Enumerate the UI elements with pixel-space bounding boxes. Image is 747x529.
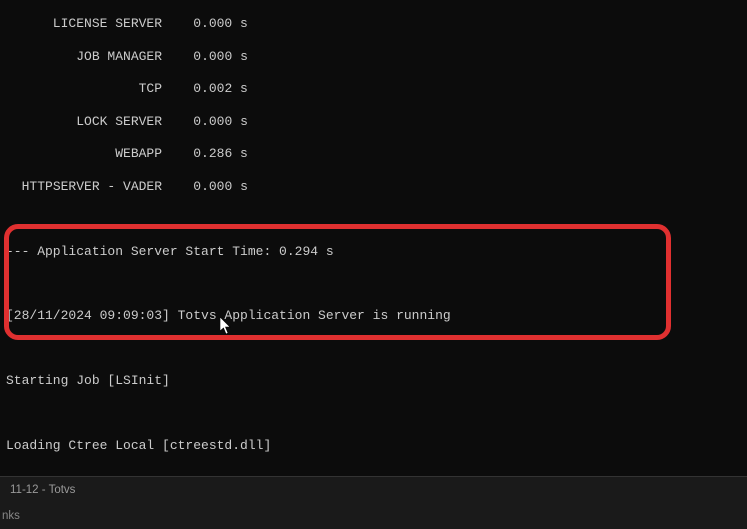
timestamp-running-line: [28/11/2024 09:09:03] Totvs Application …	[6, 308, 741, 324]
loading-ctree-line: Loading Ctree Local [ctreestd.dll]	[6, 438, 741, 454]
timing-job-manager: JOB MANAGER 0.000 s	[6, 49, 741, 65]
timing-tcp: TCP 0.002 s	[6, 81, 741, 97]
starting-job-line: Starting Job [LSInit]	[6, 373, 741, 389]
timing-webapp: WEBAPP 0.286 s	[6, 146, 741, 162]
start-time-line: --- Application Server Start Time: 0.294…	[6, 244, 741, 260]
timing-lock-server: LOCK SERVER 0.000 s	[6, 114, 741, 130]
timing-license-server: LICENSE SERVER 0.000 s	[6, 16, 741, 32]
footer-links-fragment: nks	[0, 504, 747, 529]
terminal-output[interactable]: LICENSE SERVER 0.000 s JOB MANAGER 0.000…	[0, 0, 747, 462]
timing-httpserver: HTTPSERVER - VADER 0.000 s	[6, 179, 741, 195]
footer-tab[interactable]: 11-12 - Totvs	[0, 477, 85, 503]
footer-bar: 11-12 - Totvs nks	[0, 476, 747, 529]
